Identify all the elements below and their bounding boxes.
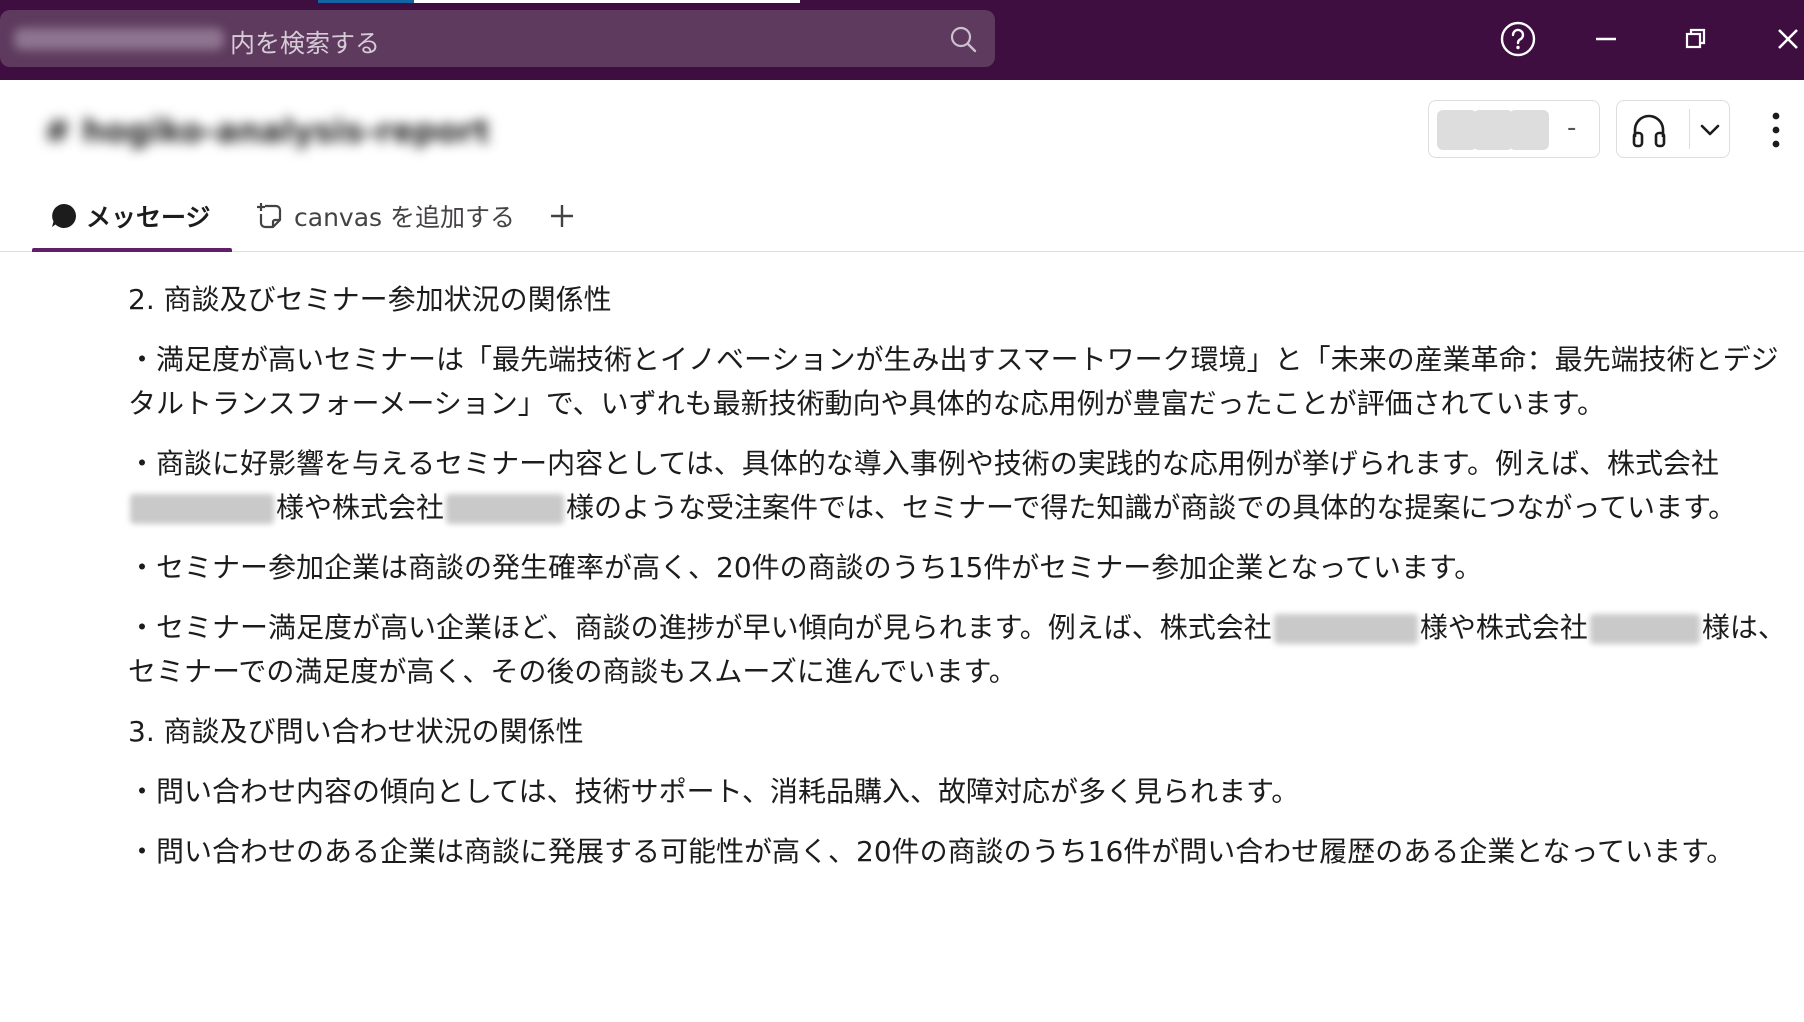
text-segment: 様や株式会社 bbox=[1419, 611, 1588, 644]
more-options-icon[interactable] bbox=[1766, 108, 1786, 152]
headphones-icon[interactable] bbox=[1629, 111, 1669, 149]
search-placeholder: 内を検索する bbox=[230, 29, 381, 58]
members-button[interactable]: - bbox=[1428, 100, 1600, 158]
text-segment: 様や株式会社 bbox=[276, 491, 445, 524]
search-icon[interactable] bbox=[948, 24, 978, 54]
message-paragraph: ・商談に好影響を与えるセミナー内容としては、具体的な導入事例や技術の実践的な応用… bbox=[128, 442, 1788, 530]
redacted-company bbox=[1273, 614, 1418, 644]
message-body: 2. 商談及びセミナー参加状況の関係性 ・満足度が高いセミナーは「最先端技術とイ… bbox=[128, 278, 1788, 890]
redacted-company bbox=[446, 494, 565, 524]
section-heading: 2. 商談及びセミナー参加状況の関係性 bbox=[128, 283, 612, 316]
member-avatar bbox=[1509, 110, 1549, 150]
chevron-down-icon[interactable] bbox=[1697, 117, 1723, 143]
window-tab-indicator-active bbox=[414, 0, 800, 3]
tab-canvas-label: canvas を追加する bbox=[294, 203, 515, 232]
restore-icon[interactable] bbox=[1674, 17, 1718, 61]
message-paragraph: ・問い合わせ内容の傾向としては、技術サポート、消耗品購入、故障対応が多く見られま… bbox=[128, 775, 1300, 808]
workspace-name-redacted bbox=[14, 28, 224, 50]
help-icon[interactable] bbox=[1496, 17, 1540, 61]
text-segment: ・商談に好影響を与えるセミナー内容としては、具体的な導入事例や技術の実践的な応用… bbox=[128, 447, 1719, 480]
divider bbox=[1689, 109, 1690, 149]
message-bubble-icon bbox=[52, 204, 76, 228]
title-bar: 内を検索する bbox=[0, 0, 1804, 80]
message-paragraph: ・問い合わせのある企業は商談に発展する可能性が高く、20件の商談のうち16件が問… bbox=[128, 835, 1735, 868]
close-icon[interactable] bbox=[1766, 17, 1804, 61]
text-segment: ・セミナー満足度が高い企業ほど、商談の進捗が早い傾向が見られます。例えば、株式会… bbox=[128, 611, 1272, 644]
tab-add-canvas[interactable]: canvas を追加する bbox=[256, 196, 515, 236]
tab-messages[interactable]: メッセージ bbox=[50, 196, 211, 236]
redacted-company bbox=[1589, 614, 1700, 644]
huddle-button[interactable] bbox=[1616, 100, 1730, 158]
section-heading: 3. 商談及び問い合わせ状況の関係性 bbox=[128, 715, 584, 748]
member-count: - bbox=[1567, 113, 1577, 143]
canvas-add-icon bbox=[257, 203, 282, 229]
tab-messages-label: メッセージ bbox=[86, 203, 211, 232]
text-segment: 様のような受注案件では、セミナーで得た知識が商談での具体的な提案につながっていま… bbox=[566, 491, 1737, 524]
add-tab-button[interactable] bbox=[548, 196, 576, 236]
member-avatar bbox=[1473, 110, 1513, 150]
message-paragraph: ・セミナー参加企業は商談の発生確率が高く、20件の商談のうち15件がセミナー参加… bbox=[128, 551, 1483, 584]
window-tab-indicator bbox=[318, 0, 414, 3]
minimize-icon[interactable] bbox=[1584, 17, 1628, 61]
plus-icon[interactable] bbox=[548, 202, 576, 230]
member-avatar bbox=[1437, 110, 1477, 150]
redacted-company bbox=[130, 494, 274, 524]
channel-tabs: メッセージ canvas を追加する bbox=[0, 180, 1804, 252]
channel-name-redacted[interactable]: # hogiko-analysis-report bbox=[44, 112, 490, 156]
search-input[interactable]: 内を検索する bbox=[0, 10, 995, 67]
message-paragraph: ・満足度が高いセミナーは「最先端技術とイノベーションが生み出すスマートワーク環境… bbox=[128, 343, 1779, 420]
active-tab-indicator bbox=[32, 248, 232, 252]
message-paragraph: ・セミナー満足度が高い企業ほど、商談の進捗が早い傾向が見られます。例えば、株式会… bbox=[128, 606, 1788, 694]
